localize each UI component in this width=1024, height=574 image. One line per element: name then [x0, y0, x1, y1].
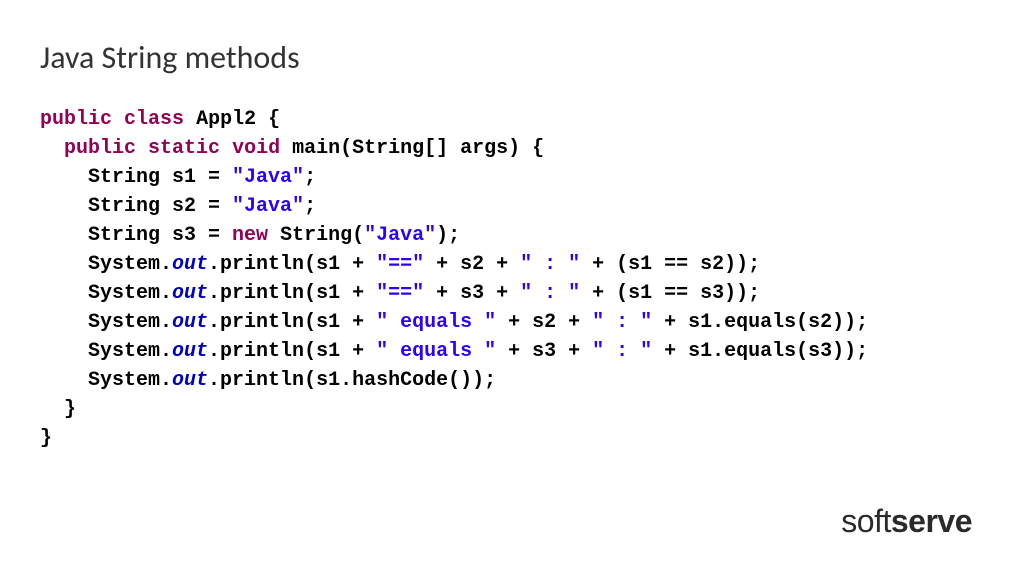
string-literal: "Java"	[232, 166, 304, 189]
code-text: + s3 +	[424, 282, 520, 305]
string-literal: " : "	[520, 253, 580, 276]
code-text: + s3 +	[496, 340, 592, 363]
code-text: String s3 =	[88, 224, 232, 247]
brace-close: }	[64, 398, 76, 421]
code-text: .println(s1 +	[208, 340, 376, 363]
kw-static: static	[148, 137, 220, 160]
brand-part2: serve	[891, 503, 972, 539]
code-text: String(	[268, 224, 364, 247]
kw-class: class	[124, 108, 184, 131]
code-text: System.	[88, 253, 172, 276]
code-text: .println(s1.hashCode());	[208, 369, 496, 392]
code-text: + s2 +	[496, 311, 592, 334]
kw-new: new	[232, 224, 268, 247]
string-literal: "Java"	[364, 224, 436, 247]
brand-part1: soft	[841, 503, 891, 539]
kw-public: public	[64, 137, 136, 160]
string-literal: " equals "	[376, 340, 496, 363]
brace-close: }	[40, 427, 52, 450]
string-literal: "Java"	[232, 195, 304, 218]
code-text: .println(s1 +	[208, 253, 376, 276]
string-literal: " : "	[592, 311, 652, 334]
slide-title: Java String methods	[40, 38, 984, 77]
code-text: ;	[304, 166, 316, 189]
field-out: out	[172, 369, 208, 392]
string-literal: "=="	[376, 282, 424, 305]
code-text: .println(s1 +	[208, 311, 376, 334]
code-text: System.	[88, 369, 172, 392]
code-text: System.	[88, 282, 172, 305]
string-literal: " equals "	[376, 311, 496, 334]
code-text: + (s1 == s3));	[580, 282, 760, 305]
code-text: ;	[304, 195, 316, 218]
code-text: String s1 =	[88, 166, 232, 189]
method-sig: main(String[] args) {	[292, 137, 544, 160]
kw-public: public	[40, 108, 112, 131]
code-text: System.	[88, 340, 172, 363]
field-out: out	[172, 253, 208, 276]
string-literal: " : "	[592, 340, 652, 363]
field-out: out	[172, 311, 208, 334]
code-text: String s2 =	[88, 195, 232, 218]
code-text: + s1.equals(s3));	[652, 340, 868, 363]
brand-logo: softserve	[841, 503, 972, 540]
code-text: + s2 +	[424, 253, 520, 276]
class-name: Appl2 {	[196, 108, 280, 131]
string-literal: " : "	[520, 282, 580, 305]
code-text: + (s1 == s2));	[580, 253, 760, 276]
string-literal: "=="	[376, 253, 424, 276]
kw-void: void	[232, 137, 280, 160]
code-text: System.	[88, 311, 172, 334]
code-text: .println(s1 +	[208, 282, 376, 305]
code-text: + s1.equals(s2));	[652, 311, 868, 334]
field-out: out	[172, 340, 208, 363]
code-text: );	[436, 224, 460, 247]
field-out: out	[172, 282, 208, 305]
code-block: public class Appl2 { public static void …	[40, 105, 984, 453]
